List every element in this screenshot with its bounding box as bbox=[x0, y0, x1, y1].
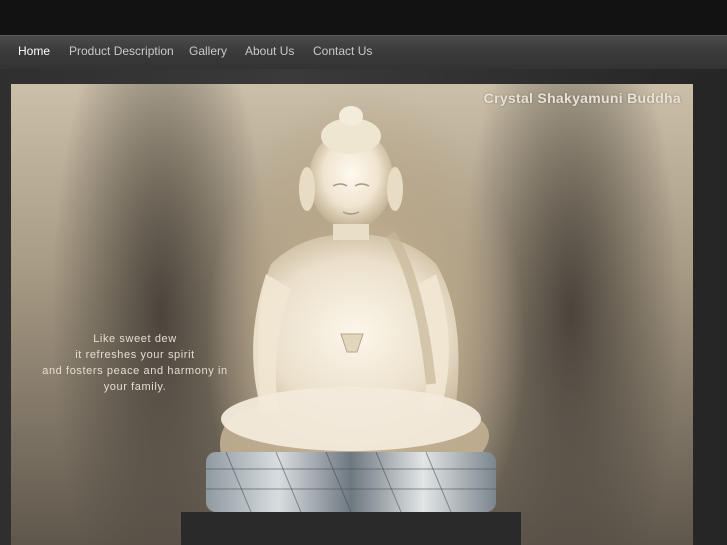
nav-item-gallery[interactable]: Gallery bbox=[189, 36, 227, 69]
nav-item-about-us[interactable]: About Us bbox=[245, 36, 294, 69]
main-navigation: Home Product Description Gallery About U… bbox=[0, 35, 727, 69]
tagline-line: and fosters peace and harmony in bbox=[42, 365, 228, 377]
hero-tagline: Like sweet dew it refreshes your spirit … bbox=[11, 331, 259, 395]
nav-item-contact-us[interactable]: Contact Us bbox=[313, 36, 372, 69]
nav-item-home[interactable]: Home bbox=[18, 36, 50, 69]
buddha-statue-image bbox=[181, 106, 521, 545]
hero-banner: Crystal Shakyamuni Buddha Like sweet dew… bbox=[11, 84, 693, 545]
tagline-line: your family. bbox=[103, 381, 167, 393]
tagline-line: Like sweet dew bbox=[93, 333, 177, 345]
tagline-line: it refreshes your spirit bbox=[75, 349, 195, 361]
top-header-bar bbox=[0, 0, 727, 35]
nav-item-product-description[interactable]: Product Description bbox=[69, 36, 174, 69]
hero-title: Crystal Shakyamuni Buddha bbox=[483, 90, 681, 106]
